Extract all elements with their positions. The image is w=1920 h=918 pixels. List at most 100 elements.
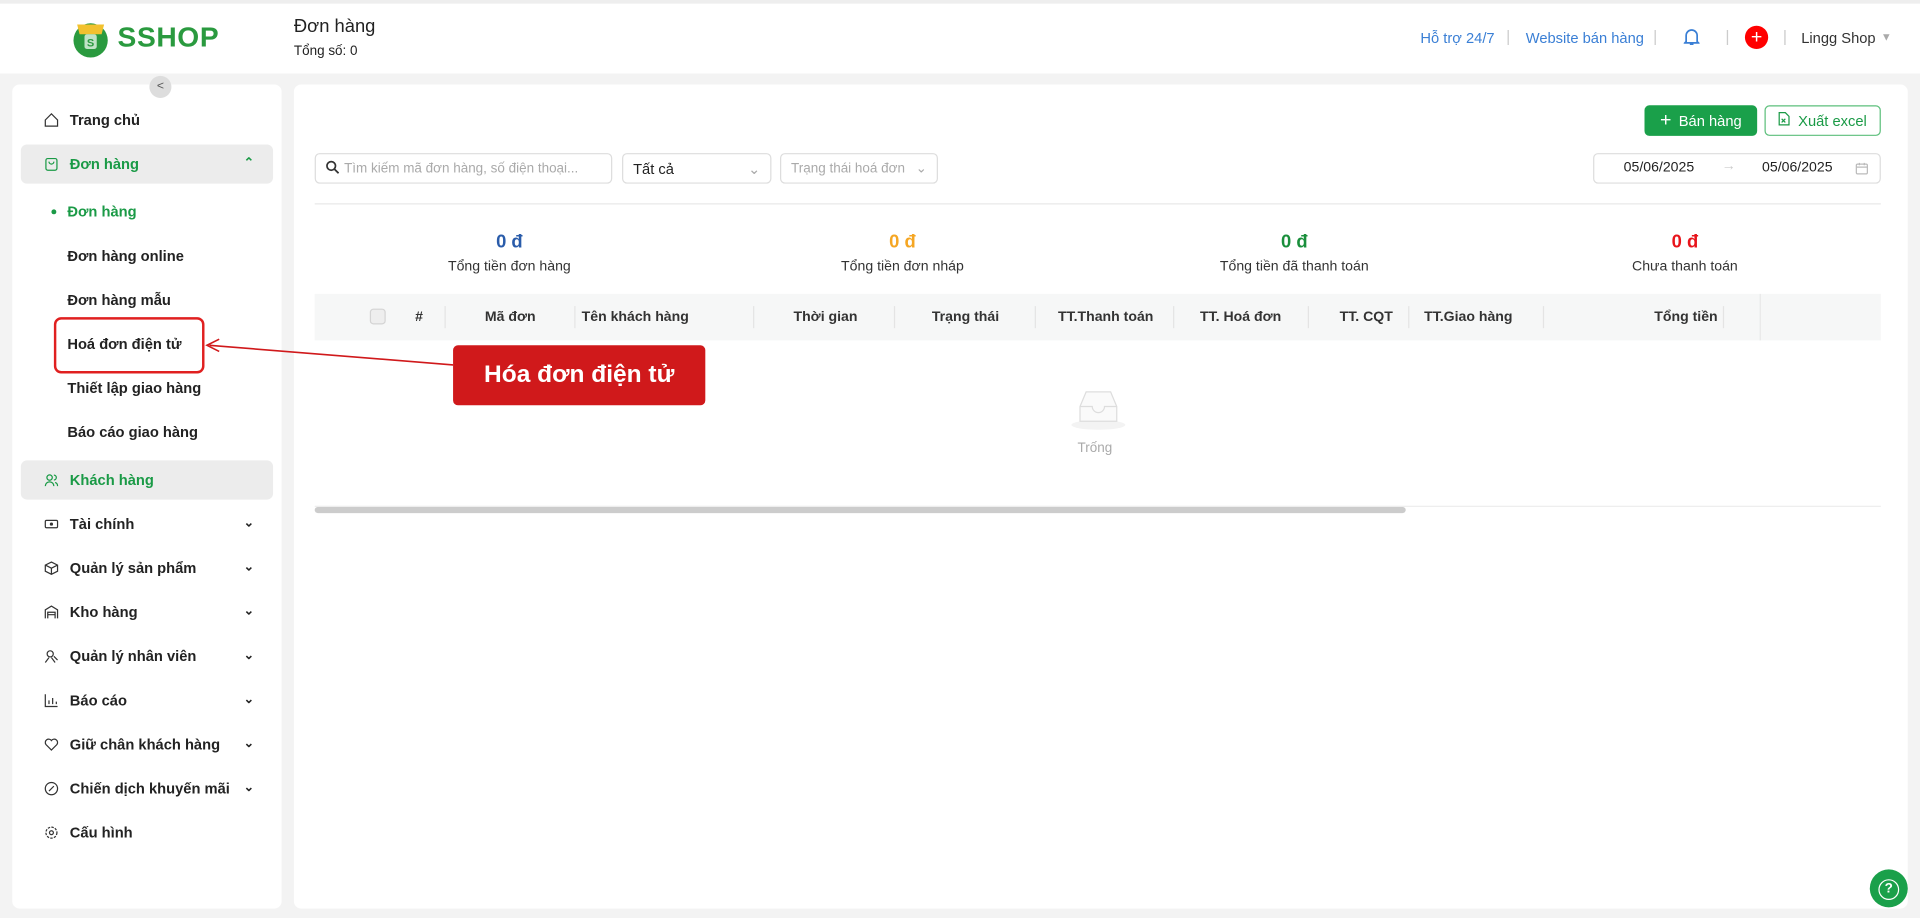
chevron-up-icon: ⌃ bbox=[243, 156, 254, 171]
chevron-down-icon: ⌄ bbox=[243, 781, 254, 795]
sidebar-item-retention[interactable]: Giữ chân khách hàng ⌄ bbox=[21, 725, 273, 764]
add-icon[interactable]: + bbox=[1744, 25, 1769, 49]
sidebar-item-reports[interactable]: Báo cáo ⌄ bbox=[21, 681, 273, 720]
stat-draft-label: Tổng tiền đơn nháp bbox=[841, 259, 964, 275]
user-menu[interactable]: Lingg Shop bbox=[1801, 29, 1875, 46]
sidebar-sub-order-templates[interactable]: Đơn hàng mẫu bbox=[67, 291, 171, 308]
caret-down-icon[interactable]: ▼ bbox=[1881, 31, 1892, 43]
select-all-checkbox[interactable] bbox=[369, 308, 386, 325]
question-icon: ? bbox=[1878, 878, 1900, 900]
stat-unpaid-label: Chưa thanh toán bbox=[1632, 259, 1738, 275]
staff-icon bbox=[44, 649, 59, 664]
logo-text: SSHOP bbox=[117, 20, 220, 53]
logo-icon: S bbox=[73, 23, 108, 58]
arrow-right-icon: → bbox=[1721, 159, 1736, 174]
sidebar-item-label: Cấu hình bbox=[69, 824, 133, 842]
divider bbox=[314, 203, 1881, 205]
sidebar-item-settings[interactable]: Cấu hình bbox=[21, 813, 273, 852]
col-separator bbox=[1542, 306, 1545, 329]
sidebar-item-promotions[interactable]: Chiến dịch khuyến mãi ⌄ bbox=[21, 769, 273, 808]
sidebar-item-label: Kho hàng bbox=[69, 603, 138, 621]
sidebar-item-label: Khách hàng bbox=[69, 471, 154, 489]
col-status[interactable]: Trạng thái bbox=[932, 310, 999, 325]
date-to[interactable]: 05/06/2025 bbox=[1762, 160, 1832, 175]
box-icon bbox=[44, 561, 59, 576]
search-icon bbox=[326, 160, 340, 177]
sidebar-item-label: Báo cáo bbox=[69, 691, 127, 709]
col-invoice-status[interactable]: TT. Hoá đơn bbox=[1200, 310, 1281, 325]
col-shipping-status[interactable]: TT.Giao hàng bbox=[1424, 310, 1512, 325]
collapse-sidebar-button[interactable]: < bbox=[149, 75, 172, 98]
col-cqt-status[interactable]: TT. CQT bbox=[1340, 310, 1393, 325]
export-label: Xuất excel bbox=[1798, 112, 1867, 130]
col-customer-name[interactable]: Tên khách hàng bbox=[582, 310, 689, 325]
gear-icon bbox=[44, 825, 59, 840]
sidebar-item-products[interactable]: Quản lý sản phẩm ⌄ bbox=[21, 549, 273, 588]
col-separator bbox=[444, 306, 446, 329]
sidebar-item-label: Đơn hàng bbox=[69, 155, 140, 173]
support-link[interactable]: Hỗ trợ 24/7 bbox=[1420, 29, 1494, 46]
plus-icon: + bbox=[1659, 109, 1672, 131]
annotation-callout: Hóa đơn điện tử bbox=[453, 345, 706, 406]
main-panel bbox=[293, 84, 1908, 909]
sidebar-sub-online-orders[interactable]: Đơn hàng online bbox=[67, 247, 184, 264]
stat-draft-value: 0 đ bbox=[889, 231, 916, 253]
export-excel-button[interactable]: Xuất excel bbox=[1764, 105, 1881, 136]
excel-file-icon bbox=[1779, 111, 1791, 129]
sidebar-item-label: Tài chính bbox=[69, 515, 135, 533]
horizontal-scrollbar[interactable] bbox=[314, 506, 1406, 514]
chevron-down-icon: ⌄ bbox=[243, 516, 254, 531]
home-icon bbox=[44, 113, 59, 128]
divider: | bbox=[1782, 26, 1788, 46]
sidebar-item-label: Giữ chân khách hàng bbox=[69, 735, 221, 754]
page-title: Đơn hàng bbox=[293, 15, 376, 37]
search-placeholder: Tìm kiếm mã đơn hàng, số điện thoại... bbox=[344, 161, 579, 176]
sidebar-sub-shipping-report[interactable]: Báo cáo giao hàng bbox=[67, 424, 198, 441]
users-icon bbox=[44, 473, 59, 488]
col-order-code[interactable]: Mã đơn bbox=[485, 310, 536, 325]
col-total[interactable]: Tổng tiền bbox=[1654, 310, 1717, 325]
fixed-col-separator bbox=[1759, 293, 1761, 341]
status-select[interactable]: Tất cả ⌄ bbox=[622, 153, 772, 184]
stat-unpaid-value: 0 đ bbox=[1671, 231, 1699, 253]
chevron-down-icon: ⌄ bbox=[243, 560, 254, 575]
heart-icon bbox=[44, 737, 59, 752]
help-button[interactable]: ? bbox=[1869, 869, 1908, 908]
sidebar-item-home[interactable]: Trang chủ bbox=[21, 100, 273, 139]
date-range-picker[interactable]: 05/06/2025 → 05/06/2025 bbox=[1593, 153, 1881, 184]
sidebar-item-finance[interactable]: Tài chính ⌄ bbox=[21, 504, 273, 543]
col-time[interactable]: Thời gian bbox=[793, 310, 857, 325]
bell-icon[interactable] bbox=[1683, 28, 1700, 46]
empty-text: Trống bbox=[1077, 440, 1113, 456]
search-input[interactable]: Tìm kiếm mã đơn hàng, số điện thoại... bbox=[314, 153, 613, 184]
stat-total-orders-value: 0 đ bbox=[496, 231, 523, 253]
col-index: # bbox=[415, 309, 423, 325]
col-separator bbox=[1307, 306, 1309, 329]
sidebar-item-label: Trang chủ bbox=[69, 111, 141, 129]
stat-paid-label: Tổng tiền đã thanh toán bbox=[1219, 259, 1369, 275]
date-from[interactable]: 05/06/2025 bbox=[1624, 160, 1694, 175]
col-payment-status[interactable]: TT.Thanh toán bbox=[1058, 310, 1153, 325]
chevron-down-icon: ⌄ bbox=[243, 737, 254, 751]
sidebar-item-customers[interactable]: Khách hàng bbox=[20, 460, 274, 500]
chart-icon bbox=[44, 693, 59, 708]
invoice-status-select[interactable]: Trạng thái hoá đơn ⌄ bbox=[780, 153, 938, 184]
col-separator bbox=[1722, 306, 1725, 329]
sidebar-item-orders[interactable]: Đơn hàng ⌃ bbox=[20, 144, 274, 184]
annotation-arrow-icon bbox=[205, 338, 454, 366]
col-separator bbox=[1034, 306, 1036, 329]
money-icon bbox=[44, 517, 59, 532]
stat-paid-value: 0 đ bbox=[1281, 231, 1308, 253]
sidebar-item-warehouse[interactable]: Kho hàng ⌄ bbox=[21, 593, 273, 632]
website-link[interactable]: Website bán hàng bbox=[1526, 29, 1644, 46]
sidebar-sub-shipping-setup[interactable]: Thiết lập giao hàng bbox=[67, 380, 201, 397]
sidebar-item-staff[interactable]: Quản lý nhân viên ⌄ bbox=[21, 637, 273, 676]
sidebar-sub-orders[interactable]: Đơn hàng bbox=[67, 203, 136, 220]
sell-button[interactable]: + Bán hàng bbox=[1644, 105, 1758, 136]
divider: | bbox=[1506, 26, 1511, 46]
col-separator bbox=[1408, 306, 1410, 329]
chevron-down-icon: ⌄ bbox=[243, 648, 254, 663]
divider: | bbox=[1725, 26, 1730, 46]
highlight-box bbox=[53, 317, 205, 374]
status-value: Tất cả bbox=[633, 159, 674, 177]
